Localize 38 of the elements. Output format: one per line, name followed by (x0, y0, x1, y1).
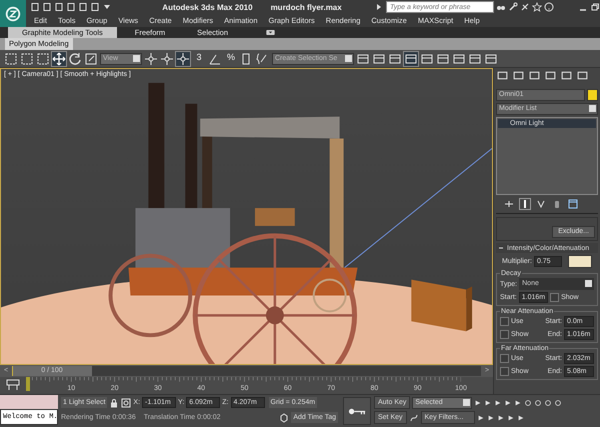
key-curve-icon[interactable] (408, 412, 419, 422)
minimize-ribbon-icon[interactable] (266, 30, 276, 35)
show-checkbox[interactable] (500, 367, 509, 376)
collapse-icon[interactable] (498, 245, 504, 251)
light-color-swatch[interactable] (568, 255, 592, 268)
use-checkbox[interactable] (500, 317, 509, 326)
crate-drawing (411, 280, 472, 332)
listener-input-field[interactable] (0, 395, 58, 409)
scale-icon[interactable] (84, 52, 98, 66)
wrench-icon[interactable] (508, 2, 518, 12)
key-icon (348, 406, 366, 416)
current-frame-marker[interactable] (26, 377, 30, 391)
restore-icon[interactable] (590, 2, 600, 12)
percent-snap-toggle[interactable]: % (224, 52, 238, 66)
pin-stack-icon[interactable] (504, 199, 514, 209)
show-checkbox[interactable] (500, 330, 509, 339)
app-logo-icon[interactable] (0, 0, 26, 27)
help-icon[interactable] (544, 2, 554, 12)
trash-icon[interactable] (552, 199, 562, 209)
configure-sets-icon[interactable] (568, 199, 578, 209)
rotate-icon[interactable] (68, 52, 82, 66)
star-icon[interactable] (532, 2, 542, 12)
move-icon[interactable] (52, 52, 66, 66)
app-title: Autodesk 3ds Max 2010 (162, 2, 253, 12)
file-name: murdoch flyer.max (270, 2, 342, 12)
render-frame-icon[interactable] (176, 52, 190, 66)
set-key-button[interactable] (343, 397, 371, 425)
make-unique-icon[interactable] (536, 199, 546, 209)
rectangle-select-icon[interactable] (20, 52, 34, 66)
lock-icon[interactable] (109, 398, 120, 408)
window-crossing-icon[interactable] (36, 52, 50, 66)
snap-toggle[interactable]: 3 (192, 52, 206, 66)
object-color-swatch[interactable] (587, 89, 598, 101)
show-checkbox[interactable] (550, 293, 560, 302)
absolute-mode-icon[interactable] (121, 398, 132, 408)
show-end-result-icon[interactable] (520, 199, 530, 209)
cube-icon[interactable] (279, 412, 290, 422)
use-checkbox[interactable] (500, 354, 509, 363)
